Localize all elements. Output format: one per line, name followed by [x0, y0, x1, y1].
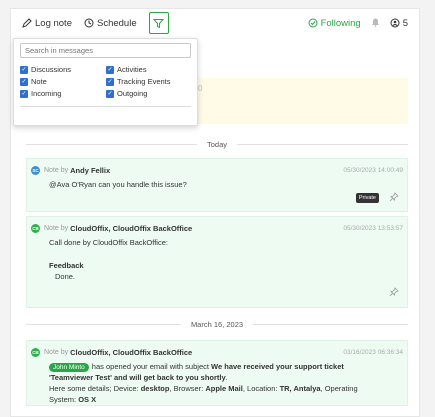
separator-line: [237, 143, 409, 145]
filter-option-discussions[interactable]: ✓ Discussions: [20, 65, 106, 74]
log-note-button[interactable]: Log note: [22, 18, 72, 29]
message-body: @Ava O'Ryan can you handle this issue?: [49, 180, 187, 189]
device-value: desktop: [140, 384, 170, 393]
browser-label: , Browser:: [169, 384, 204, 393]
avatar[interactable]: CB: [31, 223, 40, 233]
details-label: Here some details; Device:: [49, 384, 139, 393]
message-timestamp: 05/30/2023 14:00:49: [343, 166, 403, 174]
feedback-value: Done.: [55, 272, 76, 281]
pin-icon[interactable]: [389, 287, 399, 297]
filter-option-incoming[interactable]: ✓ Incoming: [20, 89, 106, 98]
pencil-icon: [22, 18, 32, 28]
separator-line: [253, 323, 408, 325]
email-subject-end: .: [225, 373, 228, 382]
filter-options: ✓ Discussions ✓ Activities ✓ Note ✓ Tracking…: [20, 65, 191, 98]
separator-line: [26, 323, 181, 325]
note-by-label: Note by: [44, 348, 69, 356]
message-note-call: CB Note by CloudOffix, CloudOffix BackOf…: [26, 216, 408, 308]
feedback-title: Feedback: [49, 261, 84, 270]
separator-line: [26, 143, 197, 145]
date-separator-march: March 16, 2023: [26, 318, 408, 330]
followers-count: 5: [402, 17, 408, 29]
log-note-label: Log note: [35, 17, 72, 29]
message-header: CB Note by CloudOffix, CloudOffix BackOf…: [27, 221, 407, 235]
location-value: TR, Antalya: [279, 384, 321, 393]
filter-option-tracking-events[interactable]: ✓ Tracking Events: [106, 77, 192, 86]
message-filter-dropdown: ✓Discussions ✓Activities ✓Note ✓Tracking…: [13, 38, 198, 126]
note-by-label: Note by: [44, 166, 69, 174]
checkbox-checked-icon[interactable]: ✓: [20, 89, 28, 98]
browser-value: Apple Mail: [205, 384, 243, 393]
filter-option-outgoing[interactable]: ✓ Outgoing: [106, 89, 192, 98]
author-name[interactable]: Andy Fellix: [70, 166, 110, 175]
filter-option-activities[interactable]: ✓ Activities: [106, 65, 192, 74]
check-circle-icon: [308, 18, 318, 28]
contact-tag[interactable]: John Minto: [49, 363, 89, 372]
schedule-label: Schedule: [96, 17, 137, 29]
filter-option-label: Incoming: [31, 89, 62, 98]
following-button[interactable]: Following: [308, 18, 361, 29]
email-opened-text: has opened your email with subject: [91, 362, 209, 371]
filter-icon: [153, 18, 165, 28]
avatar[interactable]: CB: [31, 347, 40, 357]
filter-option-label: Activities: [117, 65, 147, 74]
date-separator-label: March 16, 2023: [190, 319, 244, 329]
followers-button[interactable]: 5: [390, 18, 408, 29]
bell-icon[interactable]: [371, 17, 380, 29]
schedule-button[interactable]: Schedule: [84, 18, 137, 29]
following-label: Following: [320, 17, 361, 29]
checkbox-checked-icon[interactable]: ✓: [20, 65, 28, 74]
filter-option-label: Tracking Events: [117, 77, 171, 86]
message-header: CB Note by CloudOffix, CloudOffix BackOf…: [27, 345, 407, 359]
filter-button[interactable]: [148, 12, 169, 34]
filter-option-label: Note: [31, 77, 47, 86]
date-separator-label: Today: [207, 139, 228, 149]
author-name[interactable]: CloudOffix, CloudOffix BackOffice: [70, 348, 192, 357]
message-note-email-tracking: CB Note by CloudOffix, CloudOffix BackOf…: [26, 340, 408, 406]
user-circle-icon: [390, 18, 400, 28]
message-timestamp: 03/16/2023 06:36:34: [343, 348, 403, 356]
date-separator-today: Today: [26, 138, 409, 150]
message-body: John Minto has opened your email with sub…: [27, 359, 407, 407]
message-timestamp: 05/30/2023 13:53:57: [343, 224, 403, 232]
filter-option-label: Discussions: [31, 65, 72, 74]
message-body: Call done by CloudOffix BackOffice: Feed…: [27, 235, 407, 284]
clock-icon: [84, 18, 94, 28]
avatar[interactable]: SC: [31, 165, 40, 175]
private-badge: Private: [355, 193, 379, 203]
note-by-label: Note by: [44, 224, 69, 232]
author-name[interactable]: CloudOffix, CloudOffix BackOffice: [70, 224, 192, 233]
filter-option-label: Outgoing: [117, 89, 148, 98]
checkbox-checked-icon[interactable]: ✓: [20, 77, 28, 86]
dropdown-divider: [20, 106, 191, 107]
chatter-toolbar: Log note Schedule Following 5: [10, 8, 420, 38]
os-value: OS X: [78, 395, 97, 404]
filter-option-note[interactable]: ✓ Note: [20, 77, 106, 86]
call-summary: Call done by CloudOffix BackOffice:: [49, 238, 168, 247]
message-note-andy: SC Note by Andy Fellix 05/30/2023 14:00:…: [26, 158, 408, 212]
search-messages-input[interactable]: [20, 43, 191, 58]
checkbox-checked-icon[interactable]: ✓: [106, 77, 114, 86]
checkbox-checked-icon[interactable]: ✓: [106, 65, 114, 74]
banner-text-fragment: 0: [198, 84, 203, 93]
location-label: , Location:: [242, 384, 278, 393]
message-header: SC Note by Andy Fellix 05/30/2023 14:00:…: [27, 163, 407, 177]
checkbox-checked-icon[interactable]: ✓: [106, 89, 114, 98]
pin-icon[interactable]: [389, 192, 399, 202]
